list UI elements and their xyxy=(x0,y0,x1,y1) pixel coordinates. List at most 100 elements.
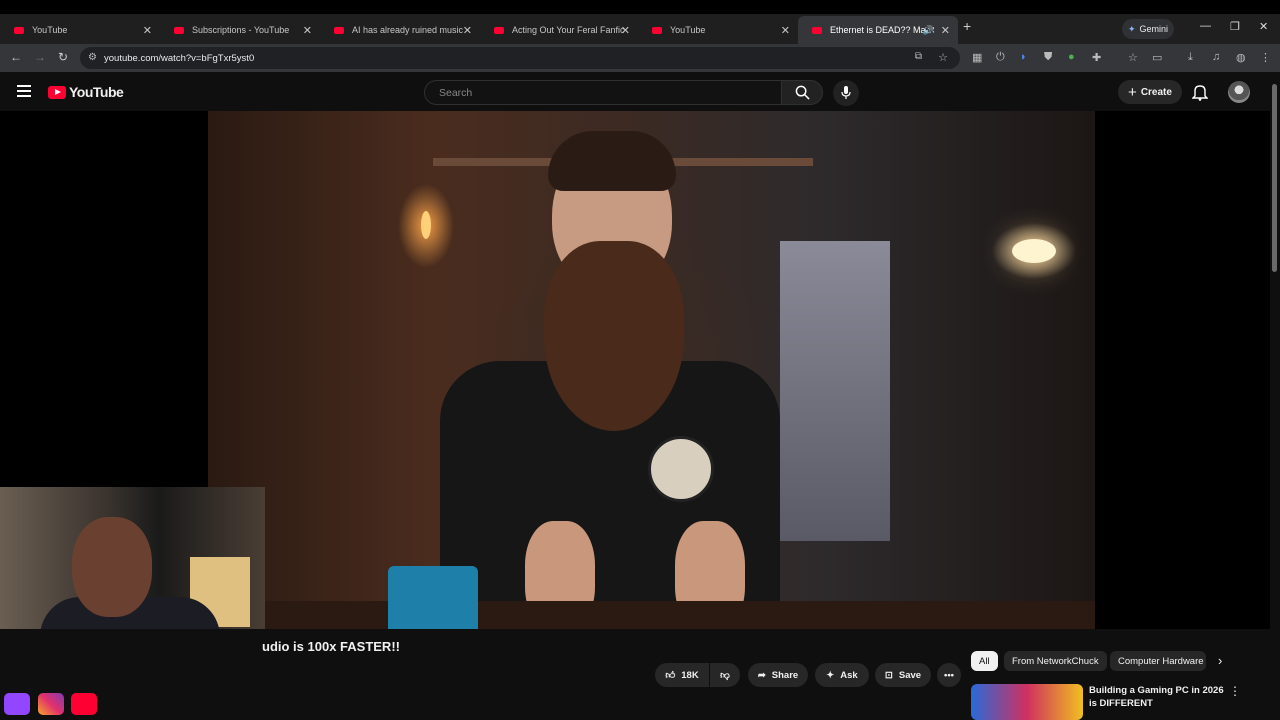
restore-icon[interactable]: ❐ xyxy=(1230,20,1240,33)
address-bar[interactable]: ⚙ youtube.com/watch?v=bFgTxr5yst0 ⧉ ☆ xyxy=(80,47,960,69)
video-frame xyxy=(208,111,1095,629)
power-extension-icon[interactable]: ⏻ xyxy=(996,51,1005,64)
close-tab-icon[interactable]: ✕ xyxy=(463,24,472,37)
gemini-label: Gemini xyxy=(1139,24,1169,34)
minimize-icon[interactable]: — xyxy=(1200,20,1211,32)
recommendation-thumbnail[interactable] xyxy=(971,684,1083,720)
instagram-icon xyxy=(38,693,64,715)
tab-youtube-1[interactable]: YouTube ✕ xyxy=(0,16,160,44)
url-text: youtube.com/watch?v=bFgTxr5yst0 xyxy=(104,52,255,64)
profile-avatar-icon[interactable]: ◍ xyxy=(1236,51,1246,64)
create-button[interactable]: + Create xyxy=(1118,80,1182,104)
bookmarks-icon[interactable]: ☆ xyxy=(1128,51,1138,64)
like-count: 18K xyxy=(681,669,699,681)
tab-title: AI has already ruined music xyxy=(352,25,464,35)
save-playlist-icon: ⊡ xyxy=(884,669,893,681)
youtube-logo[interactable]: YouTube xyxy=(48,84,124,100)
close-tab-icon[interactable]: ✕ xyxy=(143,24,152,37)
close-tab-icon[interactable]: ✕ xyxy=(941,24,950,37)
more-horizontal-icon: ••• xyxy=(944,669,954,681)
youtube-favicon-icon xyxy=(334,26,344,34)
save-label: Save xyxy=(898,669,922,681)
extension-icon[interactable]: ▦ xyxy=(972,51,982,64)
gemini-sparkle-icon: ✦ xyxy=(1127,23,1136,34)
tab-title: Ethernet is DEAD?? Mac Stu xyxy=(830,25,934,35)
recommendation-title[interactable]: Building a Gaming PC in 2026 is DIFFEREN… xyxy=(1089,684,1229,710)
share-button[interactable]: ➦ Share xyxy=(748,663,808,687)
twitch-icon xyxy=(4,693,30,715)
close-tab-icon[interactable]: ✕ xyxy=(781,24,790,37)
tab-ai-music[interactable]: AI has already ruined music ✕ xyxy=(320,16,480,44)
bookmark-star-icon[interactable]: ☆ xyxy=(938,51,948,64)
youtube-header: YouTube Search + Create xyxy=(0,72,1280,112)
more-actions-button[interactable]: ••• xyxy=(937,663,961,687)
account-avatar[interactable] xyxy=(1228,81,1250,103)
microphone-icon xyxy=(841,86,851,99)
new-tab-button[interactable]: + xyxy=(963,18,971,34)
site-settings-icon[interactable]: ⚙ xyxy=(88,52,97,63)
sparkle-icon: ✦ xyxy=(826,669,835,681)
puzzle-extensions-icon[interactable]: ✚ xyxy=(1092,51,1101,64)
search-input[interactable]: Search xyxy=(424,80,782,105)
chevron-right-icon[interactable]: › xyxy=(1218,653,1222,668)
youtube-favicon-icon xyxy=(812,26,822,34)
tab-title: Acting Out Your Feral Fanfic xyxy=(512,25,625,35)
chip-from-networkchuck[interactable]: From NetworkChuck xyxy=(1004,651,1107,671)
save-button[interactable]: ⊡ Save xyxy=(875,663,931,687)
page-scrollbar[interactable] xyxy=(1270,72,1280,720)
tab-title: YouTube xyxy=(670,25,706,35)
video-title: udio is 100x FASTER!! xyxy=(262,639,400,654)
back-icon[interactable]: ← xyxy=(10,50,22,64)
extension-icon[interactable]: ● xyxy=(1068,51,1075,63)
tab-title: Subscriptions - YouTube xyxy=(192,25,290,35)
background-lamp xyxy=(1012,239,1056,263)
desk xyxy=(208,601,1095,629)
stream-social-bar xyxy=(0,689,265,720)
youtube-favicon-icon xyxy=(652,26,662,34)
blue-mug xyxy=(388,566,478,629)
presenter xyxy=(420,131,800,629)
notifications-bell-icon[interactable] xyxy=(1192,83,1208,101)
tab-ethernet-active[interactable]: Ethernet is DEAD?? Mac Stu 🔊 ✕ xyxy=(798,16,958,44)
youtube-favicon-icon xyxy=(494,26,504,34)
extension-icon[interactable]: ◗ xyxy=(1020,51,1027,63)
tab-feral-fanfic[interactable]: Acting Out Your Feral Fanfic ✕ xyxy=(480,16,638,44)
youtube-play-icon xyxy=(48,85,66,99)
reload-icon[interactable]: ↻ xyxy=(58,50,68,64)
downloads-icon[interactable]: ⤓ xyxy=(1188,51,1193,64)
youtube-favicon-icon xyxy=(174,26,184,34)
gemini-button[interactable]: ✦ Gemini xyxy=(1122,19,1174,39)
tab-youtube-2[interactable]: YouTube ✕ xyxy=(638,16,798,44)
media-controls-icon[interactable]: ♫ xyxy=(1212,51,1220,63)
install-app-icon[interactable]: ⧉ xyxy=(915,51,922,62)
close-tab-icon[interactable]: ✕ xyxy=(303,24,312,37)
dislike-button[interactable]: 👎︎ xyxy=(710,663,740,687)
share-label: Share xyxy=(771,669,799,681)
logo-text: YouTube xyxy=(69,84,124,100)
window-close-icon[interactable]: ✕ xyxy=(1259,20,1268,33)
browser-tab-strip: YouTube ✕ Subscriptions - YouTube ✕ AI h… xyxy=(0,0,1280,44)
audio-playing-icon[interactable]: 🔊 xyxy=(923,25,934,36)
ask-button[interactable]: ✦ Ask xyxy=(815,663,869,687)
thumbs-up-icon: 👍︎ xyxy=(665,670,676,681)
shield-extension-icon[interactable]: ⛊ xyxy=(1044,51,1052,64)
create-label: Create xyxy=(1140,86,1172,98)
tab-title: YouTube xyxy=(32,25,68,35)
chip-computer-hardware[interactable]: Computer Hardware xyxy=(1110,651,1206,671)
chip-all[interactable]: All xyxy=(971,651,998,671)
voice-search-button[interactable] xyxy=(833,80,859,106)
side-panel-icon[interactable]: ▭ xyxy=(1152,51,1162,64)
browser-toolbar: ← → ↻ ⚙ youtube.com/watch?v=bFgTxr5yst0 … xyxy=(0,44,1280,72)
browser-menu-icon[interactable]: ⋮ xyxy=(1260,51,1271,64)
scrollbar-thumb[interactable] xyxy=(1272,84,1277,272)
tab-subscriptions[interactable]: Subscriptions - YouTube ✕ xyxy=(160,16,320,44)
forward-icon[interactable]: → xyxy=(34,50,46,64)
youtube-favicon-icon xyxy=(14,26,24,34)
ask-label: Ask xyxy=(840,669,858,681)
hamburger-menu-icon[interactable] xyxy=(17,85,31,100)
recommendation-more-icon[interactable]: ⋮ xyxy=(1229,684,1241,698)
search-button[interactable] xyxy=(781,80,823,105)
like-button[interactable]: 👍︎ 18K xyxy=(655,663,709,687)
close-tab-icon[interactable]: ✕ xyxy=(621,24,630,37)
youtube-social-icon xyxy=(71,693,97,715)
